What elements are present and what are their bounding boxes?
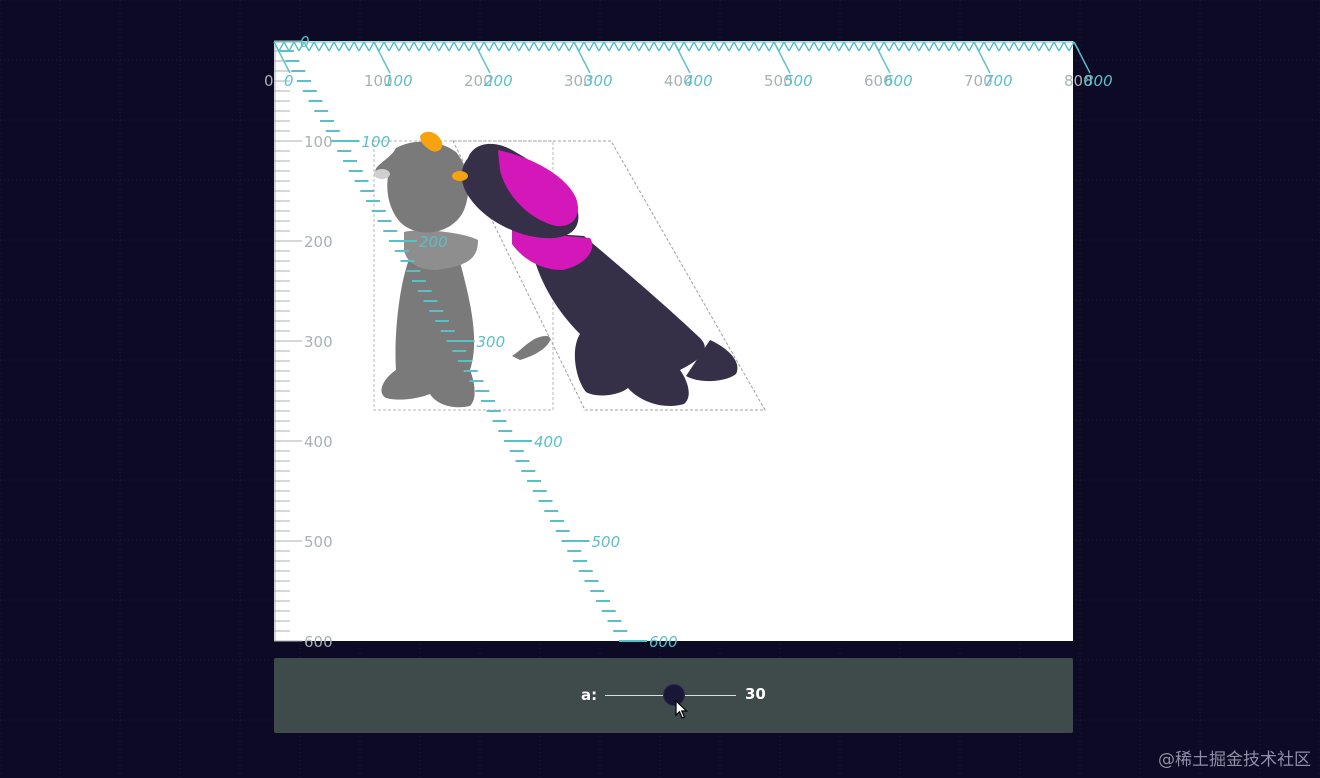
slider-value: 30	[745, 685, 766, 703]
skewed-horizontal-label: 300	[584, 72, 613, 90]
vertical-ruler-label: 400	[304, 433, 333, 451]
skewed-vertical-label: 400	[534, 433, 563, 451]
skewed-horizontal-label: 600	[884, 72, 913, 90]
skewed-horizontal-label: 0	[284, 72, 294, 90]
skewed-horizontal-label: 500	[784, 72, 813, 90]
vertical-ruler-label: 200	[304, 233, 333, 251]
vertical-ruler-label: 600	[304, 633, 333, 651]
watermark: @稀土掘金技术社区	[1158, 750, 1311, 770]
horizontal-ruler-label: 0	[264, 72, 274, 90]
slider-label: a:	[581, 686, 598, 704]
vertical-ruler-label: 500	[304, 533, 333, 551]
vertical-ruler-label: 100	[304, 133, 333, 151]
skewed-horizontal-label: 800	[1084, 72, 1113, 90]
skewed-vertical-label: 300	[477, 333, 506, 351]
skewed-vertical-label: 0	[300, 33, 310, 51]
skewed-vertical-label: 500	[592, 533, 621, 551]
skewed-horizontal-label: 200	[484, 72, 513, 90]
skewed-horizontal-label: 100	[384, 72, 413, 90]
control-panel: a: 30	[274, 658, 1073, 733]
skewed-horizontal-label: 700	[984, 72, 1013, 90]
skewed-horizontal-major-tick	[1073, 41, 1091, 74]
gray-dog-nose	[374, 169, 390, 179]
skewed-horizontal-label: 400	[684, 72, 713, 90]
skewed-vertical-label: 200	[419, 233, 448, 251]
dark-dog-ear	[452, 171, 468, 181]
skewed-vertical-label: 100	[362, 133, 391, 151]
skewed-vertical-label: 600	[649, 633, 678, 651]
mouse-pointer-icon	[675, 700, 688, 719]
vertical-ruler-label: 300	[304, 333, 333, 351]
